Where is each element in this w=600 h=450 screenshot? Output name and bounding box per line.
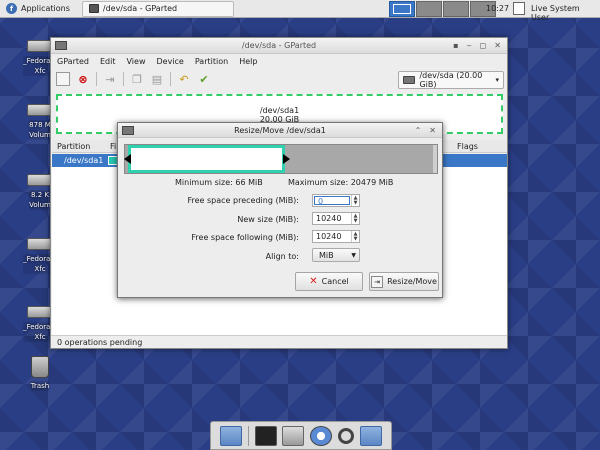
free-preceding-spin[interactable]: 0 ▲ ▼ [312, 194, 360, 207]
dialog-title: Resize/Move /dev/sda1 [234, 125, 326, 135]
user-menu[interactable]: Live System User [531, 4, 600, 22]
toolbar-separator [170, 72, 171, 86]
taskbar-label: /dev/sda - GParted [102, 4, 178, 13]
desktop-icon-label: 8.2 K Volum [29, 190, 51, 210]
taskbar-button-gparted[interactable]: /dev/sda - GParted [81, 0, 234, 17]
status-bar: 0 operations pending [51, 335, 507, 348]
device-selector[interactable]: /dev/sda (20.00 GiB) ▾ [398, 71, 504, 89]
file-manager-icon[interactable] [282, 425, 305, 446]
minimum-size-label: Minimum size: 66 MiB [175, 178, 263, 187]
close-icon[interactable]: ✕ [494, 41, 501, 50]
maximum-size-label: Maximum size: 20479 MiB [288, 178, 394, 187]
row-partition: /dev/sda1 [64, 156, 104, 165]
spin-arrows-icon[interactable]: ▲ ▼ [351, 231, 359, 242]
spin-arrows-icon[interactable]: ▲ ▼ [351, 195, 359, 206]
desktop-icon-label: Trash [30, 381, 50, 391]
applications-menu[interactable]: f Applications [0, 0, 76, 18]
new-size-value[interactable]: 10240 [313, 214, 351, 223]
undo-icon[interactable]: ↶ [177, 72, 191, 86]
dock [210, 421, 392, 450]
menu-icon[interactable]: ▪ [453, 41, 458, 50]
dialog-titlebar[interactable]: Resize/Move /dev/sda1 ⌃ ✕ [118, 123, 442, 138]
free-following-label: Free space following (MiB): [191, 233, 299, 242]
graph-partition-name: /dev/sda1 [259, 106, 300, 115]
close-icon[interactable]: ✕ [429, 126, 436, 135]
new-size-label: New size (MiB): [237, 215, 299, 224]
harddisk-icon [403, 76, 416, 84]
left-resize-handle-icon[interactable] [124, 154, 131, 164]
home-folder-icon[interactable] [219, 425, 242, 446]
desktop-icon-label: 878 M Volum [29, 120, 51, 140]
right-resize-handle-icon[interactable] [283, 154, 290, 164]
workspace-1[interactable] [389, 1, 415, 17]
operations-pending-label: 0 operations pending [57, 338, 143, 347]
clock[interactable]: 10:27 [486, 4, 509, 13]
window-titlebar[interactable]: /dev/sda - GParted ▪ ‒ ◻ ✕ [51, 38, 507, 54]
workspace-2[interactable] [416, 1, 442, 17]
workspace-switcher [389, 1, 496, 17]
resize-move-icon[interactable]: ⇥ [103, 72, 117, 86]
free-preceding-label: Free space preceding (MiB): [187, 196, 299, 205]
menu-help[interactable]: Help [239, 57, 257, 66]
resize-move-dialog: Resize/Move /dev/sda1 ⌃ ✕ Minimum size: … [117, 122, 443, 298]
maximize-icon[interactable]: ◻ [480, 41, 487, 50]
fedora-logo-icon: f [6, 3, 17, 14]
new-size-spin[interactable]: 10240 ▲ ▼ [312, 212, 360, 225]
device-selector-label: /dev/sda (20.00 GiB) [419, 71, 483, 89]
cancel-button-label: Cancel [321, 277, 349, 286]
menu-partition[interactable]: Partition [195, 57, 228, 66]
column-flags[interactable]: Flags [457, 142, 478, 151]
menubar: GParted Edit View Device Partition Help [51, 54, 507, 68]
chevron-down-icon: ▼ [351, 251, 356, 259]
window-title: /dev/sda - GParted [241, 41, 317, 50]
resize-move-icon: ⇥ [371, 275, 384, 288]
maximize-icon[interactable]: ⌃ [415, 126, 422, 135]
applications-label: Applications [21, 4, 70, 13]
menu-device[interactable]: Device [156, 57, 183, 66]
resize-bar[interactable] [124, 144, 438, 174]
cancel-icon: ✕ [309, 276, 318, 287]
workspace-3[interactable] [443, 1, 469, 17]
toolbar-separator [123, 72, 124, 86]
free-following-value[interactable]: 10240 [313, 232, 351, 241]
cancel-button[interactable]: ✕ Cancel [295, 272, 363, 291]
gparted-icon [88, 4, 99, 13]
menu-gparted[interactable]: GParted [57, 57, 89, 66]
menu-edit[interactable]: Edit [100, 57, 116, 66]
apply-icon[interactable]: ✔ [197, 72, 211, 86]
spin-arrows-icon[interactable]: ▲ ▼ [351, 213, 359, 224]
paste-icon[interactable]: ▤ [150, 72, 164, 86]
terminal-icon[interactable] [254, 425, 277, 446]
resize-move-button[interactable]: ⇥ Resize/Move [369, 272, 439, 291]
chevron-down-icon: ▾ [495, 76, 499, 84]
bar-end-grip [433, 145, 437, 173]
free-preceding-value[interactable]: 0 [314, 196, 350, 206]
search-icon[interactable] [338, 427, 355, 444]
toolbar: ⊗ ⇥ ❐ ▤ ↶ ✔ /dev/sda (20.00 GiB) ▾ [51, 68, 507, 90]
folder-icon[interactable] [359, 425, 382, 446]
desktop-icon-trash[interactable]: Trash [15, 356, 65, 391]
menu-view[interactable]: View [127, 57, 146, 66]
toolbar-separator [96, 72, 97, 86]
partition-resize-box[interactable] [128, 145, 285, 173]
align-to-value: MiB [319, 250, 334, 260]
resize-move-button-label: Resize/Move [387, 277, 437, 286]
minimize-icon[interactable]: ‒ [467, 41, 472, 50]
web-browser-icon[interactable] [310, 425, 333, 446]
column-partition[interactable]: Partition [57, 142, 90, 151]
top-panel: f Applications /dev/sda - GParted 10:27 … [0, 0, 600, 22]
copy-icon[interactable]: ❐ [130, 72, 144, 86]
user-icon[interactable] [513, 2, 525, 15]
new-partition-icon[interactable] [56, 72, 70, 86]
trash-icon [31, 356, 49, 378]
align-to-label: Align to: [265, 252, 299, 261]
free-following-spin[interactable]: 10240 ▲ ▼ [312, 230, 360, 243]
align-to-select[interactable]: MiB ▼ [312, 248, 360, 262]
column-filesystem[interactable]: Fi [110, 142, 116, 151]
delete-icon[interactable]: ⊗ [76, 72, 90, 86]
dock-separator [247, 425, 249, 446]
